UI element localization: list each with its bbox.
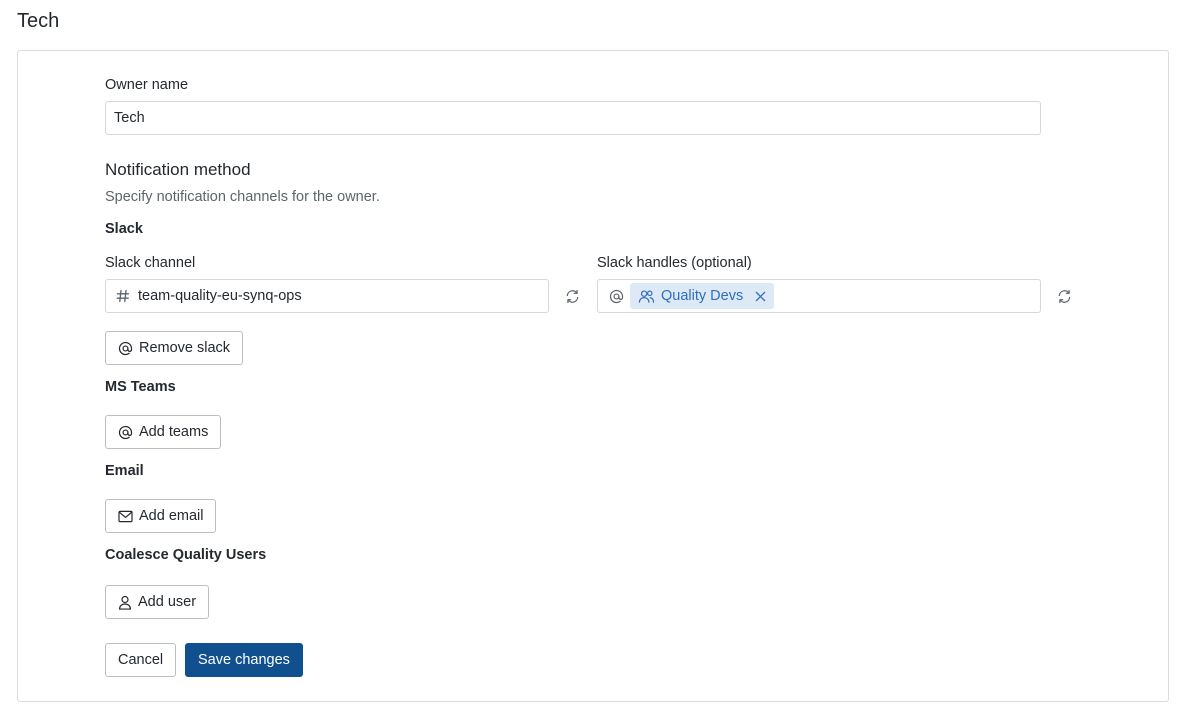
- slack-handles-input[interactable]: Quality Devs: [597, 279, 1041, 313]
- close-icon[interactable]: [755, 291, 766, 302]
- add-teams-button[interactable]: Add teams: [105, 415, 222, 449]
- refresh-icon[interactable]: [1057, 289, 1072, 304]
- slack-heading: Slack: [105, 221, 143, 237]
- add-email-button[interactable]: Add email: [105, 499, 217, 533]
- slack-channel-input[interactable]: team-quality-eu-synq-ops: [105, 279, 549, 313]
- at-icon: [118, 341, 133, 356]
- owner-name-value: Tech: [114, 110, 145, 126]
- save-changes-button[interactable]: Save changes: [185, 643, 303, 677]
- slack-channel-label: Slack channel: [105, 255, 196, 271]
- cancel-button[interactable]: Cancel: [105, 643, 177, 677]
- owner-name-input[interactable]: Tech: [105, 101, 1041, 135]
- add-user-button[interactable]: Add user: [105, 585, 210, 619]
- at-icon: [118, 425, 133, 440]
- notification-method-heading: Notification method: [105, 160, 251, 179]
- slack-handle-chip: Quality Devs: [630, 283, 775, 309]
- slack-handles-label: Slack handles (optional): [597, 255, 752, 271]
- slack-channel-value: team-quality-eu-synq-ops: [138, 288, 302, 304]
- at-icon: [609, 289, 624, 304]
- add-user-label: Add user: [138, 594, 197, 610]
- envelope-icon: [118, 510, 133, 523]
- slack-handle-label: Quality Devs: [661, 288, 744, 304]
- add-email-label: Add email: [139, 508, 204, 524]
- hash-icon: [116, 289, 130, 303]
- remove-slack-button[interactable]: Remove slack: [105, 331, 244, 365]
- remove-slack-label: Remove slack: [139, 340, 231, 356]
- add-teams-label: Add teams: [139, 424, 209, 440]
- page-title: Tech: [17, 10, 60, 32]
- email-heading: Email: [105, 463, 144, 479]
- refresh-icon[interactable]: [565, 289, 580, 304]
- users-icon: [638, 289, 655, 304]
- owner-form-card: Owner name Tech Notification method Spec…: [17, 50, 1169, 702]
- users-heading: Coalesce Quality Users: [105, 547, 267, 563]
- ms-teams-heading: MS Teams: [105, 379, 176, 395]
- notification-method-description: Specify notification channels for the ow…: [105, 189, 380, 205]
- user-icon: [118, 595, 132, 610]
- owner-name-label: Owner name: [105, 77, 189, 93]
